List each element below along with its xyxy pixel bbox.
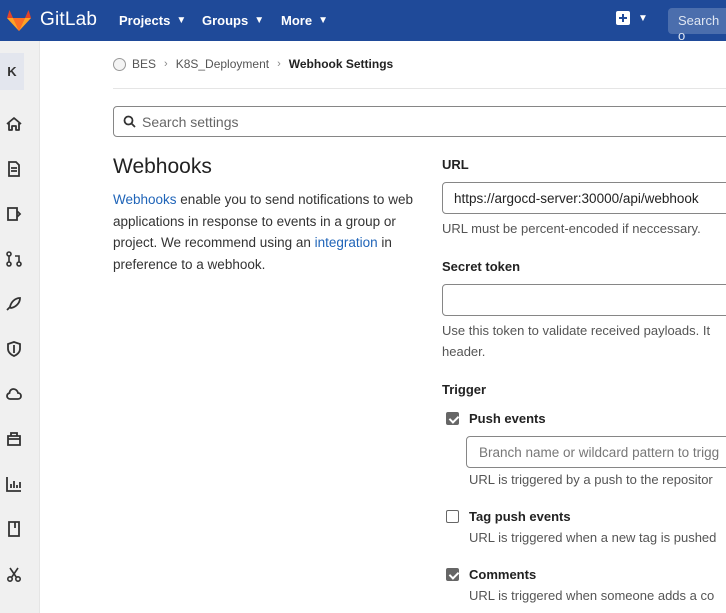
top-navbar: GitLab Projects ▼ Groups ▼ More ▼ ▼ Sear… (0, 0, 726, 43)
nav-more[interactable]: More ▼ (281, 13, 328, 28)
nav-more-label: More (281, 13, 313, 28)
breadcrumb: BES › K8S_Deployment › Webhook Settings (113, 57, 393, 71)
breadcrumb-project[interactable]: K8S_Deployment (176, 57, 269, 71)
push-events-help: URL is triggered by a push to the reposi… (469, 472, 713, 487)
project-sidebar: K (0, 41, 40, 613)
top-search-input[interactable]: Search o (668, 8, 726, 43)
url-label: URL (442, 157, 469, 172)
chevron-down-icon: ▼ (638, 12, 648, 24)
push-events-checkbox[interactable] (446, 412, 459, 425)
settings-search-input[interactable] (142, 113, 702, 130)
webhooks-link[interactable]: Webhooks (113, 192, 177, 207)
nav-projects-label: Projects (119, 13, 171, 28)
breadcrumb-current[interactable]: Webhook Settings (289, 57, 393, 71)
chevron-right-icon: › (164, 58, 168, 70)
tag-push-events-help: URL is triggered when a new tag is pushe… (469, 530, 717, 545)
secret-token-input[interactable] (442, 284, 726, 316)
cloud-icon[interactable] (5, 385, 23, 403)
issues-icon[interactable] (5, 205, 23, 223)
package-icon[interactable] (5, 430, 23, 448)
tag-push-events-option[interactable]: Tag push events (446, 509, 571, 524)
home-icon[interactable] (5, 115, 23, 133)
project-avatar[interactable]: K (0, 53, 24, 90)
gitlab-logo-icon[interactable] (6, 8, 32, 32)
comments-option[interactable]: Comments (446, 567, 536, 582)
secret-token-label: Secret token (442, 259, 521, 274)
comments-checkbox[interactable] (446, 568, 459, 581)
push-events-option[interactable]: Push events (446, 411, 546, 426)
plus-icon (616, 11, 630, 25)
webhooks-description: Webhooks enable you to send notification… (113, 189, 413, 275)
chevron-down-icon: ▼ (254, 15, 265, 26)
scissors-icon[interactable] (5, 565, 23, 583)
search-icon (123, 115, 136, 128)
page-title: Webhooks (113, 155, 212, 178)
brand-name[interactable]: GitLab (40, 9, 97, 31)
new-item-button[interactable]: ▼ (616, 11, 648, 25)
chevron-right-icon: › (277, 58, 281, 70)
url-input[interactable]: https://argocd-server:30000/api/webhook (442, 182, 726, 214)
merge-request-icon[interactable] (5, 250, 23, 268)
file-icon[interactable] (5, 160, 23, 178)
comments-help: URL is triggered when someone adds a co (469, 588, 715, 603)
nav-groups[interactable]: Groups ▼ (202, 13, 264, 28)
branch-filter-input[interactable]: Branch name or wildcard pattern to trigg (466, 436, 726, 468)
comments-label[interactable]: Comments (469, 567, 536, 582)
nav-groups-label: Groups (202, 13, 249, 28)
url-help-text: URL must be percent-encoded if neccessar… (442, 221, 701, 236)
nav-projects[interactable]: Projects ▼ (119, 13, 186, 28)
push-events-label[interactable]: Push events (469, 411, 546, 426)
shield-icon[interactable] (5, 340, 23, 358)
breadcrumb-group[interactable]: BES (132, 57, 156, 71)
settings-search-box[interactable] (113, 106, 726, 137)
tag-push-events-label[interactable]: Tag push events (469, 509, 571, 524)
chevron-down-icon: ▼ (176, 15, 187, 26)
trigger-label: Trigger (442, 382, 487, 397)
rocket-icon[interactable] (5, 295, 23, 313)
secret-token-help-line1: Use this token to validate received payl… (442, 323, 711, 338)
secret-token-help-line2: header. (442, 344, 486, 359)
integration-link[interactable]: integration (315, 235, 378, 250)
tag-push-events-checkbox[interactable] (446, 510, 459, 523)
analytics-icon[interactable] (5, 475, 23, 493)
book-icon[interactable] (5, 520, 23, 538)
divider (113, 88, 726, 89)
chevron-down-icon: ▼ (318, 15, 328, 26)
group-avatar-icon (113, 57, 126, 71)
